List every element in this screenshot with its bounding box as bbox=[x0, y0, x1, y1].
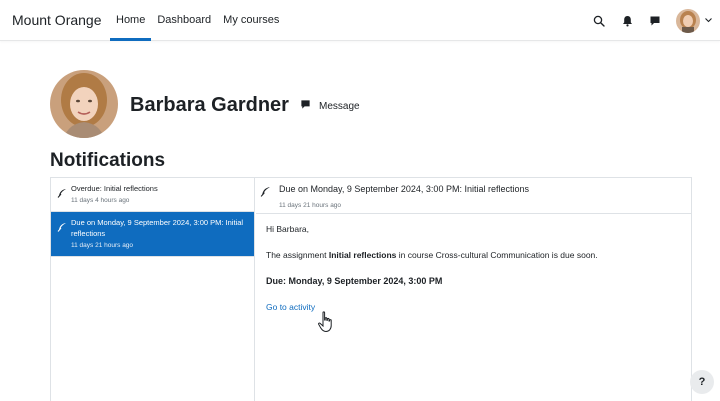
feather-icon bbox=[57, 219, 67, 232]
chat-icon[interactable] bbox=[648, 14, 662, 28]
notification-item[interactable]: Overdue: Initial reflections 11 days 4 h… bbox=[51, 178, 254, 212]
go-to-activity-link[interactable]: Go to activity bbox=[266, 302, 315, 312]
notification-time: 11 days 4 hours ago bbox=[71, 197, 130, 204]
profile-name: Barbara Gardner bbox=[130, 94, 289, 116]
primary-navigation: Home Dashboard My courses bbox=[110, 0, 285, 41]
help-button[interactable]: ? bbox=[690, 370, 714, 394]
navbar-actions bbox=[592, 0, 712, 41]
chevron-down-icon[interactable] bbox=[704, 17, 712, 25]
site-brand[interactable]: Mount Orange bbox=[12, 12, 102, 28]
greeting: Hi Barbara, bbox=[266, 224, 309, 234]
detail-title: Due on Monday, 9 September 2024, 3:00 PM… bbox=[279, 184, 529, 194]
message-suffix: in course Cross-cultural Communication i… bbox=[396, 250, 598, 260]
message-button[interactable]: Message bbox=[300, 99, 360, 113]
hand-cursor-icon bbox=[317, 311, 335, 333]
profile-avatar bbox=[50, 70, 118, 138]
chat-icon bbox=[300, 99, 311, 113]
bell-icon[interactable] bbox=[620, 14, 634, 28]
notification-detail: Due on Monday, 9 September 2024, 3:00 PM… bbox=[256, 178, 691, 401]
assignment-name: Initial reflections bbox=[328, 250, 397, 260]
notification-title: Overdue: Initial reflections bbox=[71, 184, 158, 193]
notification-time: 11 days 21 hours ago bbox=[71, 242, 134, 249]
notification-list: Overdue: Initial reflections 11 days 4 h… bbox=[51, 178, 255, 401]
user-avatar[interactable] bbox=[676, 8, 700, 33]
notification-item-selected[interactable]: Due on Monday, 9 September 2024, 3:00 PM… bbox=[51, 212, 254, 257]
feather-icon bbox=[260, 184, 271, 197]
detail-header: Due on Monday, 9 September 2024, 3:00 PM… bbox=[256, 178, 691, 214]
notification-title: Due on Monday, 9 September 2024, 3:00 PM… bbox=[71, 218, 244, 238]
top-navbar: Mount Orange Home Dashboard My courses bbox=[0, 0, 720, 41]
feather-icon bbox=[57, 185, 67, 198]
message-text: The assignment Initial reflections in co… bbox=[266, 250, 681, 261]
notifications-panel: Overdue: Initial reflections 11 days 4 h… bbox=[50, 177, 692, 401]
search-icon[interactable] bbox=[592, 14, 606, 28]
message-label: Message bbox=[319, 100, 360, 112]
page-title: Notifications bbox=[50, 150, 166, 171]
detail-time: 11 days 21 hours ago bbox=[279, 202, 342, 209]
due-date: Due: Monday, 9 September 2024, 3:00 PM bbox=[266, 276, 443, 286]
nav-home[interactable]: Home bbox=[110, 0, 152, 41]
nav-my-courses[interactable]: My courses bbox=[217, 0, 285, 41]
message-prefix: The assignment bbox=[266, 250, 329, 260]
nav-dashboard[interactable]: Dashboard bbox=[151, 0, 217, 41]
